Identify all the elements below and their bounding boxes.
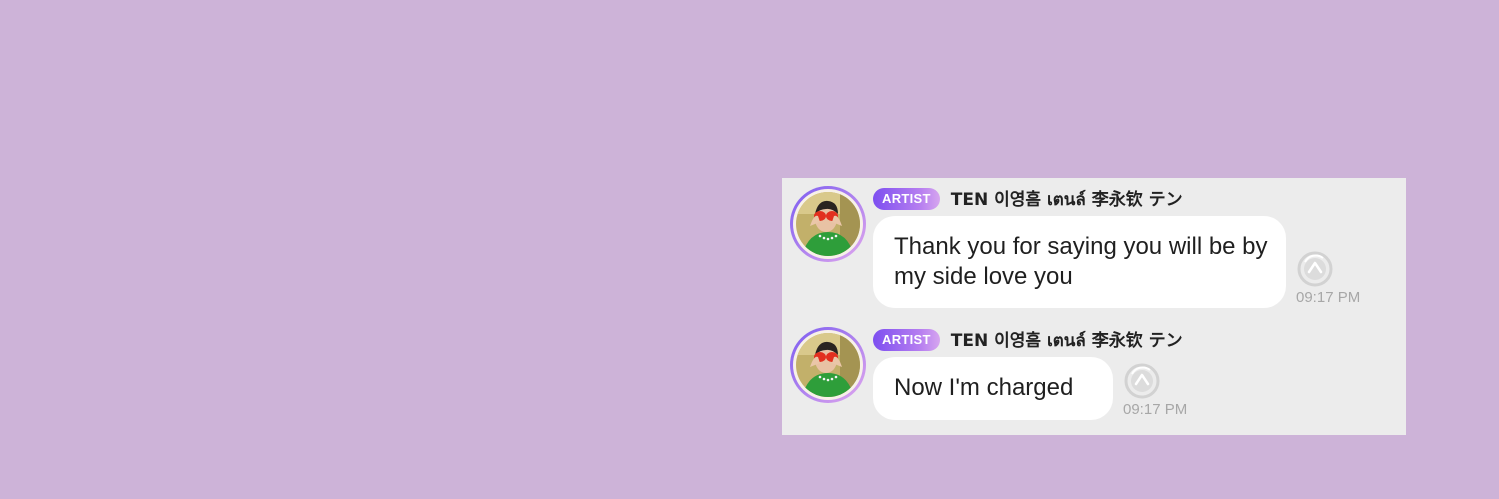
message-meta: 09:17 PM bbox=[1123, 362, 1203, 418]
avatar[interactable] bbox=[790, 327, 866, 403]
message-meta: 09:17 PM bbox=[1296, 250, 1376, 306]
message-item: ARTIST TEN 이영흠 เตนล์ 李永钦 テン Now I'm char… bbox=[782, 319, 1406, 435]
chat-panel: ARTIST TEN 이영흠 เตนล์ 李永钦 テン Thank you fo… bbox=[782, 178, 1406, 435]
avatar-photo bbox=[796, 192, 860, 256]
artist-badge: ARTIST bbox=[873, 329, 940, 351]
replay-icon[interactable] bbox=[1296, 250, 1334, 288]
avatar[interactable] bbox=[790, 186, 866, 262]
sender-name[interactable]: TEN 이영흠 เตนล์ 李永钦 テン bbox=[951, 326, 1183, 354]
artist-badge: ARTIST bbox=[873, 188, 940, 210]
message-bubble[interactable]: Thank you for saying you will be by my s… bbox=[873, 216, 1286, 308]
message-bubble[interactable]: Now I'm charged bbox=[873, 357, 1113, 420]
replay-icon[interactable] bbox=[1123, 362, 1161, 400]
message-item: ARTIST TEN 이영흠 เตนล์ 李永钦 テン Thank you fo… bbox=[782, 178, 1406, 318]
message-time: 09:17 PM bbox=[1123, 401, 1188, 418]
sender-name[interactable]: TEN 이영흠 เตนล์ 李永钦 テン bbox=[951, 185, 1183, 213]
avatar-photo bbox=[796, 333, 860, 397]
message-header: ARTIST TEN 이영흠 เตนล์ 李永钦 テン bbox=[873, 328, 1183, 352]
message-header: ARTIST TEN 이영흠 เตนล์ 李永钦 テン bbox=[873, 187, 1183, 211]
message-time: 09:17 PM bbox=[1296, 289, 1361, 306]
